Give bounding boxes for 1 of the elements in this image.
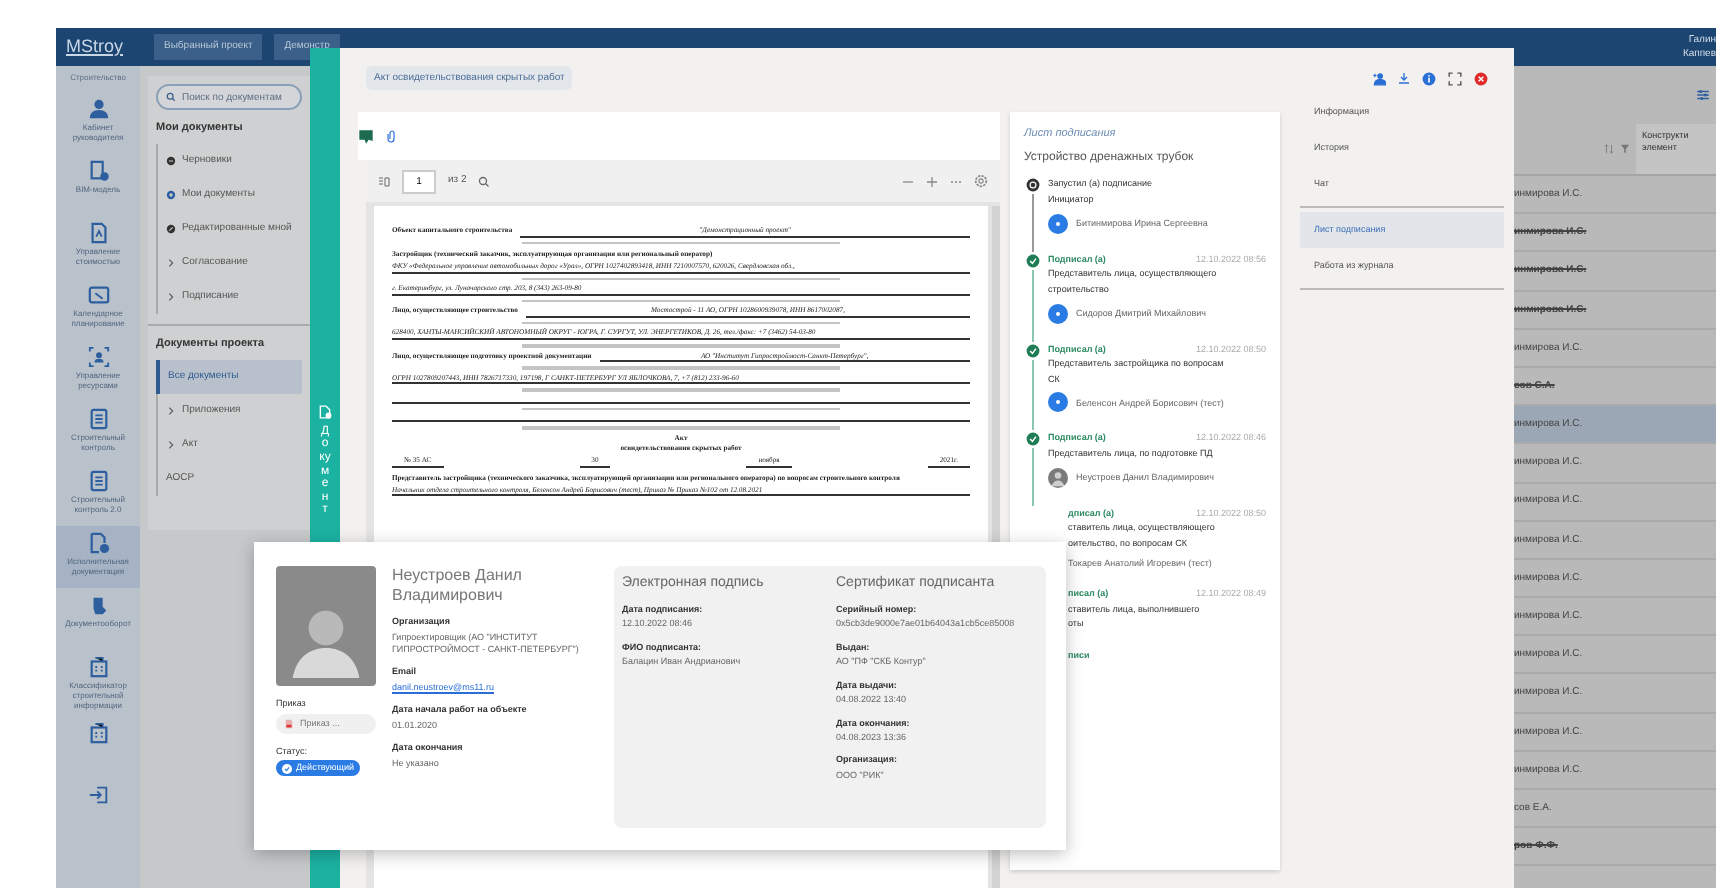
person-name: Неустроев Данил Владимирович (392, 566, 524, 606)
